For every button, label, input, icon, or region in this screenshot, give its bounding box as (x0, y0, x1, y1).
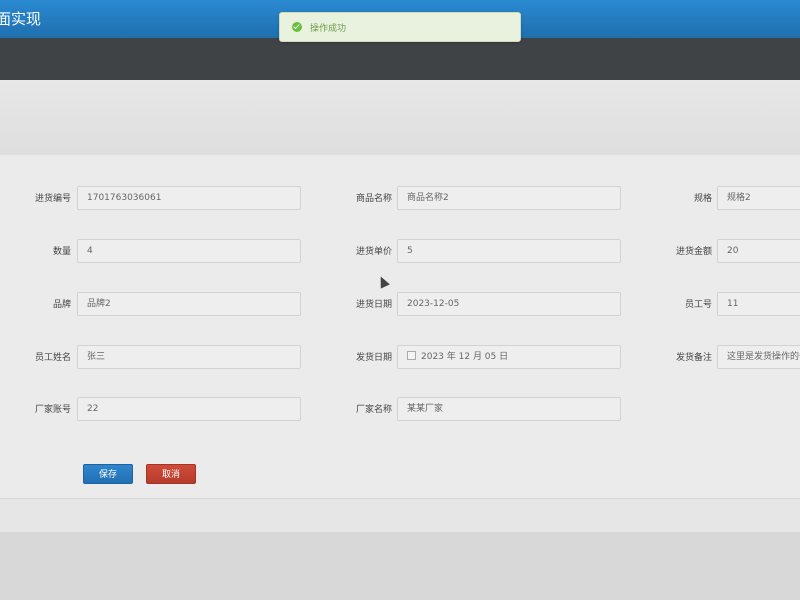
purchase-amount-field[interactable]: 20 (717, 239, 800, 263)
cancel-button[interactable]: 取消 (146, 464, 196, 484)
employee-name-field[interactable]: 张三 (77, 345, 301, 369)
label-ship-remark: 发货备注 (675, 353, 712, 363)
brand-field[interactable]: 品牌2 (77, 292, 301, 316)
ship-remark-field[interactable]: 这里是发货操作的备注 (717, 345, 800, 369)
label-purchase-date: 进货日期 (355, 300, 392, 310)
label-product-name: 商品名称 (355, 194, 392, 204)
label-spec: 规格 (693, 194, 712, 204)
label-employee-name: 员工姓名 (34, 353, 71, 363)
save-button[interactable]: 保存 (83, 464, 133, 484)
app-title: 面实现 (0, 10, 42, 28)
ship-date-value: 2023 年 12 月 05 日 (421, 352, 509, 362)
vendor-account-field[interactable]: 22 (77, 397, 301, 421)
unit-price-field[interactable]: 5 (397, 239, 621, 263)
page-header-band (0, 80, 800, 155)
quantity-field[interactable]: 4 (77, 239, 301, 263)
product-name-field[interactable]: 商品名称2 (397, 186, 621, 210)
employee-id-field[interactable]: 11 (717, 292, 800, 316)
label-purchase-amount: 进货金额 (675, 247, 712, 257)
label-vendor-name: 厂家名称 (355, 405, 392, 415)
label-unit-price: 进货单价 (355, 247, 392, 257)
label-purchase-number: 进货编号 (34, 194, 71, 204)
label-employee-id: 员工号 (684, 300, 712, 310)
purchase-date-field[interactable]: 2023-12-05 (397, 292, 621, 316)
purchase-number-field[interactable]: 1701763036061 (77, 186, 301, 210)
label-ship-date: 发货日期 (355, 353, 392, 363)
ship-date-field[interactable]: 2023 年 12 月 05 日 (397, 345, 621, 369)
navigation-bar (0, 38, 800, 80)
page-footer (0, 532, 800, 600)
label-vendor-account: 厂家账号 (34, 405, 71, 415)
success-toast: 操作成功 (279, 12, 521, 42)
label-brand: 品牌 (52, 300, 71, 310)
label-quantity: 数量 (52, 247, 71, 257)
check-circle-icon (292, 22, 302, 32)
form-footer-band (0, 498, 800, 533)
spec-field[interactable]: 规格2 (717, 186, 800, 210)
calendar-icon (407, 351, 416, 360)
vendor-name-field[interactable]: 某某厂家 (397, 397, 621, 421)
toast-message: 操作成功 (310, 23, 347, 34)
